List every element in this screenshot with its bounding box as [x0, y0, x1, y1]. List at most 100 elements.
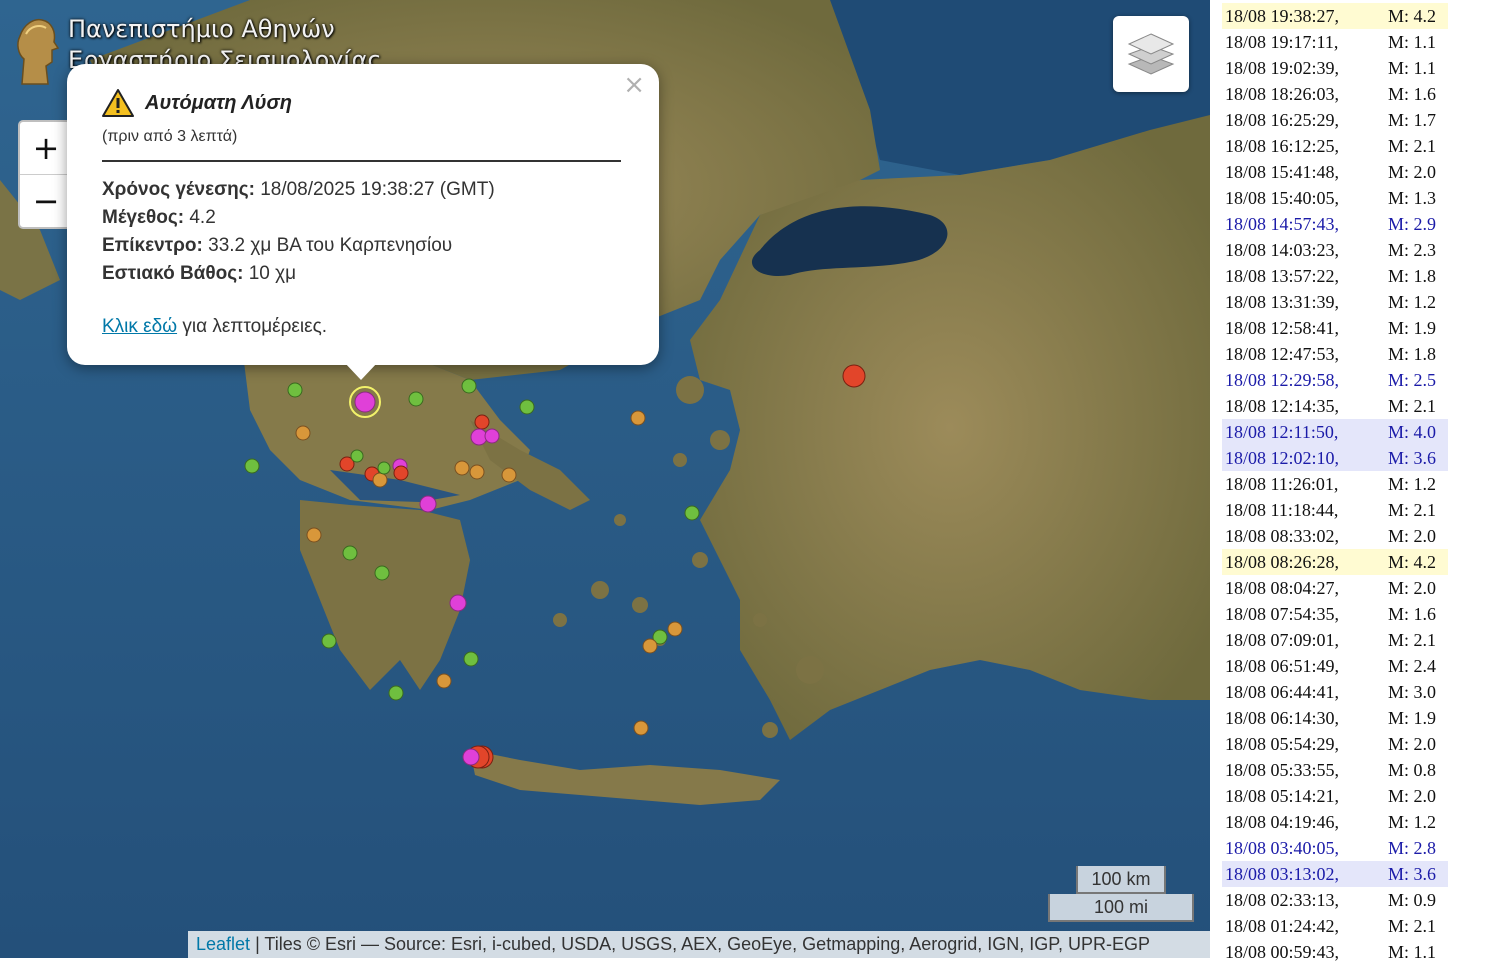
quake-marker[interactable]: [436, 673, 452, 689]
event-list-item[interactable]: 18/08 03:40:05, M: 2.8: [1222, 835, 1448, 861]
event-time: 18/08 12:58:41,: [1225, 318, 1340, 338]
event-list-item[interactable]: 18/08 14:03:23, M: 2.3: [1222, 237, 1448, 263]
quake-marker[interactable]: [462, 748, 480, 766]
quake-marker[interactable]: [419, 495, 437, 513]
event-list-item[interactable]: 18/08 08:26:28, M: 4.2: [1222, 549, 1448, 575]
quake-marker[interactable]: [295, 425, 311, 441]
event-list-item[interactable]: 18/08 12:29:58, M: 2.5: [1222, 367, 1448, 393]
event-magnitude: M: 1.1: [1388, 32, 1437, 52]
quake-marker[interactable]: [287, 382, 303, 398]
quake-marker[interactable]: [393, 465, 409, 481]
quake-marker[interactable]: [630, 410, 646, 426]
event-list-item[interactable]: 18/08 16:25:29, M: 1.7: [1222, 107, 1448, 133]
event-list-item[interactable]: 18/08 19:17:11, M: 1.1: [1222, 29, 1448, 55]
event-magnitude: M: 1.6: [1388, 604, 1437, 624]
detail-epicenter: Επίκεντρο: 33.2 χμ ΒΑ του Καρπενησίου: [102, 235, 453, 256]
event-list-item[interactable]: 18/08 08:33:02, M: 2.0: [1222, 523, 1448, 549]
zoom-out-button[interactable]: −: [20, 174, 72, 227]
event-list-item[interactable]: 18/08 07:09:01, M: 2.1: [1222, 627, 1448, 653]
event-list-item[interactable]: 18/08 05:14:21, M: 2.0: [1222, 783, 1448, 809]
event-list-item[interactable]: 18/08 16:12:25, M: 2.1: [1222, 133, 1448, 159]
event-list-item[interactable]: 18/08 12:47:53, M: 1.8: [1222, 341, 1448, 367]
popup-title: Αυτόματη Λύση: [145, 91, 292, 114]
quake-marker[interactable]: [372, 472, 388, 488]
event-list-item[interactable]: 18/08 00:59:43, M: 1.1: [1222, 939, 1448, 965]
event-list-item[interactable]: 18/08 18:26:03, M: 1.6: [1222, 81, 1448, 107]
layers-icon: [1127, 33, 1175, 75]
map[interactable]: Πανεπιστήμιο Αθηνών Εργαστήριο Σεισμολογ…: [0, 0, 1210, 958]
event-time: 18/08 14:57:43,: [1225, 214, 1340, 234]
event-time: 18/08 05:14:21,: [1225, 786, 1340, 806]
quake-marker[interactable]: [469, 464, 485, 480]
quake-marker[interactable]: [474, 414, 490, 430]
event-list-item[interactable]: 18/08 15:40:05, M: 1.3: [1222, 185, 1448, 211]
quake-marker[interactable]: [321, 633, 337, 649]
event-time: 18/08 12:14:35,: [1225, 396, 1340, 416]
quake-marker[interactable]: [354, 391, 376, 413]
event-list-item[interactable]: 18/08 03:13:02, M: 3.6: [1222, 861, 1448, 887]
event-time: 18/08 15:41:48,: [1225, 162, 1340, 182]
popup-tip: [344, 362, 378, 380]
event-list-item[interactable]: 18/08 06:51:49, M: 2.4: [1222, 653, 1448, 679]
event-list-item[interactable]: 18/08 13:57:22, M: 1.8: [1222, 263, 1448, 289]
quake-marker[interactable]: [461, 378, 477, 394]
quake-marker[interactable]: [388, 685, 404, 701]
leaflet-link[interactable]: Leaflet: [196, 934, 250, 954]
quake-marker[interactable]: [842, 364, 866, 388]
event-list-item[interactable]: 18/08 19:02:39, M: 1.1: [1222, 55, 1448, 81]
quake-marker[interactable]: [633, 720, 649, 736]
quake-marker[interactable]: [519, 399, 535, 415]
event-magnitude: M: 4.2: [1388, 6, 1437, 26]
event-time: 18/08 11:26:01,: [1225, 474, 1339, 494]
event-list-item[interactable]: 18/08 14:57:43, M: 2.9: [1222, 211, 1448, 237]
popup-close-button[interactable]: ×: [623, 70, 645, 100]
quake-marker[interactable]: [342, 545, 358, 561]
event-magnitude: M: 1.1: [1388, 58, 1437, 78]
popup-details: Χρόνος γένεσης: 18/08/2025 19:38:27 (GMT…: [102, 176, 495, 288]
event-list-item[interactable]: 18/08 12:11:50, M: 4.0: [1222, 419, 1448, 445]
quake-marker[interactable]: [244, 458, 260, 474]
event-list-item[interactable]: 18/08 08:04:27, M: 2.0: [1222, 575, 1448, 601]
event-list-item[interactable]: 18/08 01:24:42, M: 2.1: [1222, 913, 1448, 939]
quake-marker[interactable]: [374, 565, 390, 581]
layers-button[interactable]: [1113, 16, 1189, 92]
quake-marker[interactable]: [454, 460, 470, 476]
quake-marker[interactable]: [306, 527, 322, 543]
event-list-item[interactable]: 18/08 13:31:39, M: 1.2: [1222, 289, 1448, 315]
event-list-item[interactable]: 18/08 11:18:44, M: 2.1: [1222, 497, 1448, 523]
event-list-item[interactable]: 18/08 04:19:46, M: 1.2: [1222, 809, 1448, 835]
quake-marker[interactable]: [667, 621, 683, 637]
event-list-item[interactable]: 18/08 07:54:35, M: 1.6: [1222, 601, 1448, 627]
event-list-item[interactable]: 18/08 12:14:35, M: 2.1: [1222, 393, 1448, 419]
event-list-item[interactable]: 18/08 05:54:29, M: 2.0: [1222, 731, 1448, 757]
event-list-item[interactable]: 18/08 19:38:27, M: 4.2: [1222, 3, 1448, 29]
quake-marker[interactable]: [684, 505, 700, 521]
popup-divider: [102, 160, 621, 162]
quake-marker[interactable]: [350, 449, 364, 463]
tiles-attribution: | Tiles © Esri — Source: Esri, i-cubed, …: [255, 934, 1150, 954]
event-list-item[interactable]: 18/08 02:33:13, M: 0.9: [1222, 887, 1448, 913]
event-list-item[interactable]: 18/08 05:33:55, M: 0.8: [1222, 757, 1448, 783]
event-magnitude: M: 1.7: [1388, 110, 1437, 130]
event-list-item[interactable]: 18/08 06:44:41, M: 3.0: [1222, 679, 1448, 705]
event-list-item[interactable]: 18/08 12:58:41, M: 1.9: [1222, 315, 1448, 341]
details-link-suffix: για λεπτομέρειες.: [182, 316, 328, 337]
event-list-item[interactable]: 18/08 06:14:30, M: 1.9: [1222, 705, 1448, 731]
event-magnitude: M: 3.6: [1388, 448, 1437, 468]
detail-origin-time: Χρόνος γένεσης: 18/08/2025 19:38:27 (GMT…: [102, 179, 495, 200]
detail-depth: Εστιακό Βάθος: 10 χμ: [102, 263, 297, 284]
quake-marker[interactable]: [484, 428, 500, 444]
quake-marker[interactable]: [463, 651, 479, 667]
quake-marker[interactable]: [449, 594, 467, 612]
event-list-item[interactable]: 18/08 15:41:48, M: 2.0: [1222, 159, 1448, 185]
event-list-item[interactable]: 18/08 11:26:01, M: 1.2: [1222, 471, 1448, 497]
quake-marker[interactable]: [377, 461, 391, 475]
event-list-item[interactable]: 18/08 12:02:10, M: 3.6: [1222, 445, 1448, 471]
zoom-in-button[interactable]: +: [20, 122, 72, 174]
quake-marker[interactable]: [408, 391, 424, 407]
event-time: 18/08 16:12:25,: [1225, 136, 1340, 156]
quake-marker[interactable]: [642, 638, 658, 654]
quake-marker[interactable]: [501, 467, 517, 483]
event-magnitude: M: 1.2: [1388, 812, 1437, 832]
details-link[interactable]: Κλικ εδώ: [102, 316, 177, 337]
